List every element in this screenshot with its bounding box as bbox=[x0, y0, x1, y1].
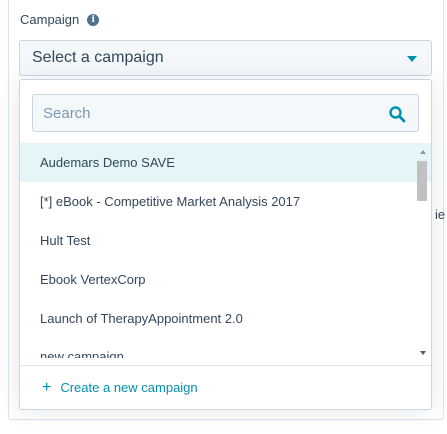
list-item[interactable]: [*] eBook - Competitive Market Analysis … bbox=[20, 182, 431, 221]
divider bbox=[20, 365, 431, 366]
list-item-label: Hult Test bbox=[40, 233, 91, 248]
campaign-options-list: Audemars Demo SAVE [*] eBook - Competiti… bbox=[20, 143, 431, 361]
list-item-label: Ebook VertexCorp bbox=[40, 272, 146, 287]
list-item[interactable]: Audemars Demo SAVE bbox=[20, 143, 431, 182]
list-item[interactable]: Launch of TherapyAppointment 2.0 bbox=[20, 299, 431, 338]
search-box bbox=[32, 94, 419, 132]
list-item-label: new campaign bbox=[40, 349, 124, 358]
list-item[interactable]: Ebook VertexCorp bbox=[20, 260, 431, 299]
list-item-label: Launch of TherapyAppointment 2.0 bbox=[40, 311, 243, 326]
list-scrollbar[interactable] bbox=[416, 147, 430, 359]
search-icon[interactable] bbox=[388, 105, 406, 123]
field-label-text: Campaign bbox=[20, 12, 80, 27]
caret-down-icon[interactable] bbox=[407, 56, 417, 62]
create-campaign-label: Create a new campaign bbox=[60, 380, 198, 395]
scroll-down-arrow-icon[interactable] bbox=[420, 351, 426, 355]
search-input[interactable] bbox=[33, 95, 418, 131]
background-text-fragment: ie bbox=[435, 207, 446, 222]
scrollbar-thumb[interactable] bbox=[417, 161, 427, 201]
campaign-field-label: Campaign i bbox=[20, 12, 100, 27]
list-item[interactable]: Hult Test bbox=[20, 221, 431, 260]
create-campaign-link[interactable]: + Create a new campaign bbox=[42, 379, 198, 396]
campaign-select-value: Select a campaign bbox=[32, 49, 164, 66]
campaign-select[interactable]: Select a campaign bbox=[19, 40, 432, 76]
campaign-dropdown-menu: Audemars Demo SAVE [*] eBook - Competiti… bbox=[19, 79, 432, 410]
scroll-up-arrow-icon[interactable] bbox=[420, 150, 426, 154]
list-item[interactable]: new campaign bbox=[20, 338, 431, 358]
list-item-label: [*] eBook - Competitive Market Analysis … bbox=[40, 194, 301, 209]
plus-icon: + bbox=[42, 379, 52, 396]
page: ie Campaign i Select a campaign Audemars… bbox=[0, 0, 447, 434]
info-icon[interactable]: i bbox=[87, 13, 100, 26]
list-item-label: Audemars Demo SAVE bbox=[40, 155, 175, 170]
